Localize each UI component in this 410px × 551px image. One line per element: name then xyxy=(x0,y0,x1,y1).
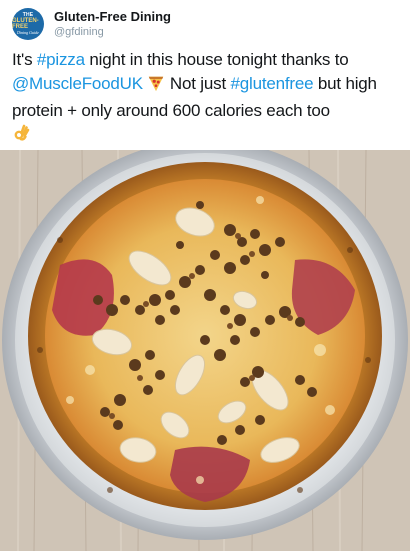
pizza-image xyxy=(0,150,410,551)
tweet-text-part: It's xyxy=(12,50,37,69)
account-names: Gluten-Free Dining @gfdining xyxy=(54,9,171,39)
tweet-text-part: night in this house tonight thanks to xyxy=(84,50,349,69)
tweet-text-part: Not just xyxy=(165,74,231,93)
hashtag-glutenfree-link[interactable]: #glutenfree xyxy=(231,74,314,93)
avatar[interactable]: THE GLUTEN-FREE Dining Guide xyxy=(12,8,44,40)
mention-link[interactable]: @MuscleFoodUK xyxy=(12,74,143,93)
hashtag-pizza-link[interactable]: #pizza xyxy=(37,50,85,69)
account-handle[interactable]: @gfdining xyxy=(54,25,171,39)
tweet-header: THE GLUTEN-FREE Dining Guide Gluten-Free… xyxy=(12,8,171,40)
logo-text-mid: GLUTEN-FREE xyxy=(12,18,39,30)
ok-hand-emoji-icon xyxy=(12,123,32,150)
tweet-text: It's #pizza night in this house tonight … xyxy=(12,48,404,150)
logo-text-bottom: Dining Guide xyxy=(17,30,39,35)
display-name[interactable]: Gluten-Free Dining xyxy=(54,9,171,25)
pizza-photo[interactable] xyxy=(0,150,410,551)
pizza-emoji-icon xyxy=(147,74,165,99)
